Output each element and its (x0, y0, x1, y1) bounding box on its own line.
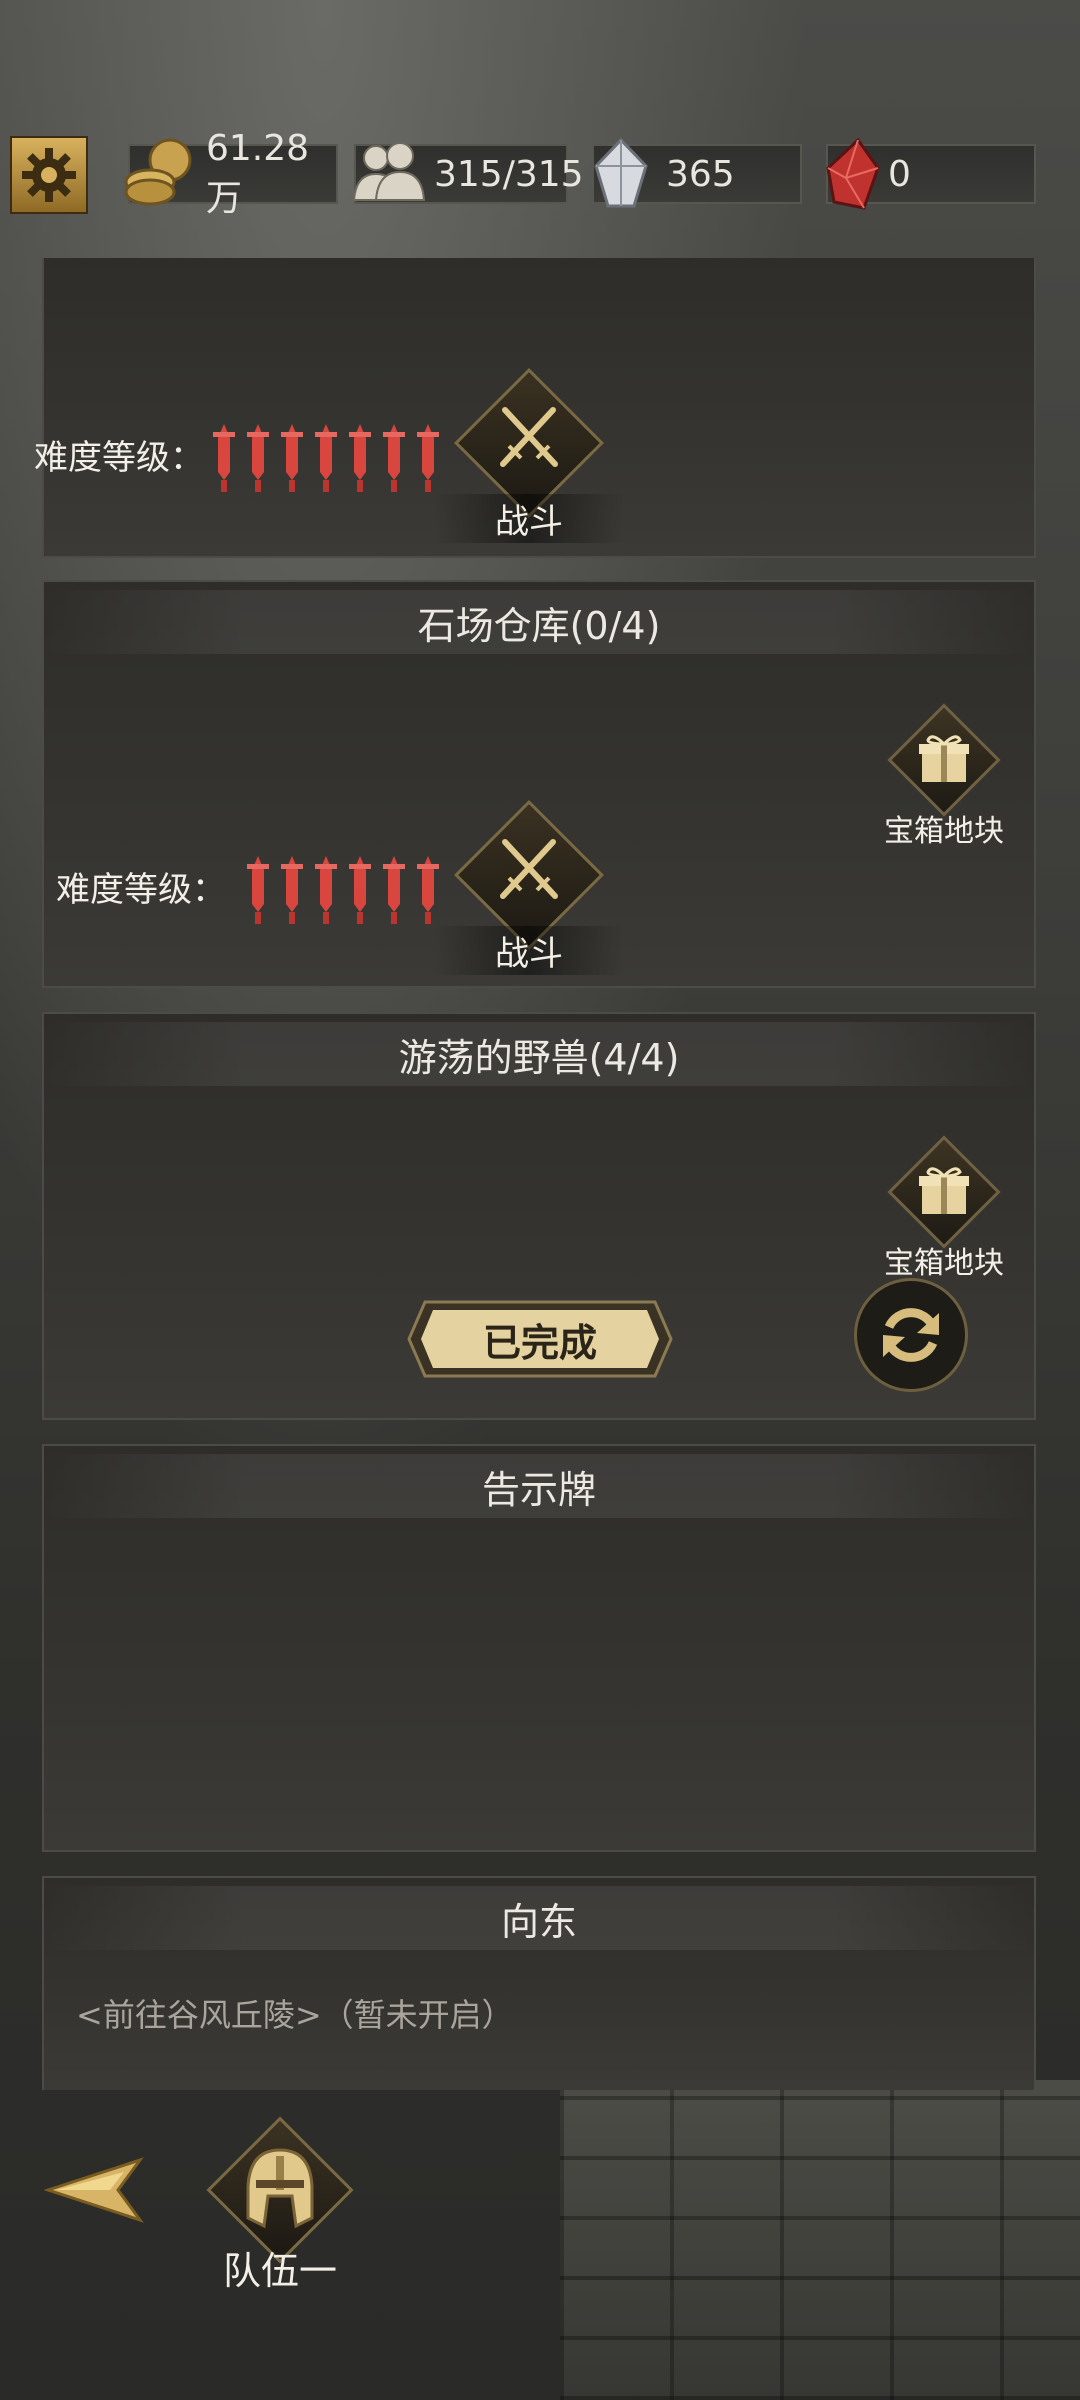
crystal-icon (594, 138, 648, 208)
dagger-icon (383, 856, 405, 924)
team-label: 队伍一 (222, 2249, 337, 2293)
refresh-button[interactable] (854, 1278, 968, 1392)
dagger-icon (383, 424, 405, 492)
panel-title: 游荡的野兽(4/4) (44, 1022, 1034, 1086)
dagger-icon (349, 424, 371, 492)
crystal-value: 365 (666, 153, 735, 195)
gift-box-icon (919, 735, 969, 782)
chest-tile-label: 宝箱地块 (884, 814, 1004, 849)
back-arrow-icon (43, 2157, 144, 2223)
helmet-icon (246, 2148, 314, 2229)
gear-icon (22, 148, 76, 202)
chest-tile-label: 宝箱地块 (884, 1246, 1004, 1281)
crystal-resource[interactable]: 365 (592, 138, 802, 208)
dagger-icon (315, 856, 337, 924)
chest-tile-button[interactable]: 宝箱地块 (884, 1132, 1004, 1281)
back-button[interactable] (43, 2150, 144, 2230)
population-resource[interactable]: 315/315 (352, 142, 584, 204)
dagger-icon (417, 856, 439, 924)
dagger-icon (247, 856, 269, 924)
battle-panel-1: 难度等级： 战斗 (34, 258, 1036, 558)
chest-tile-button[interactable]: 宝箱地块 (884, 700, 1004, 849)
crossed-swords-icon (500, 839, 558, 899)
team-one-button[interactable]: 队伍一 (200, 2110, 360, 2293)
dagger-icon (281, 856, 303, 924)
difficulty-daggers (246, 854, 440, 926)
dagger-icon (281, 424, 303, 492)
settings-button[interactable] (10, 136, 88, 214)
dagger-icon (349, 856, 371, 924)
dagger-icon (315, 424, 337, 492)
completed-button[interactable]: 已完成 (405, 1298, 675, 1380)
ruby-value: 0 (888, 153, 911, 195)
gift-box-icon (919, 1167, 969, 1214)
quarry-warehouse-panel: 石场仓库(0/4) 宝箱地块 难度等级： 战斗 (42, 580, 1036, 988)
ruby-resource[interactable]: 0 (826, 138, 1036, 210)
population-value: 315/315 (434, 153, 584, 195)
panel-title: 向东 (44, 1886, 1034, 1950)
completed-label: 已完成 (482, 1320, 597, 1365)
battle-label: 战斗 (434, 494, 624, 543)
gold-value: 61.28万 (206, 127, 310, 219)
east-panel: 向东 <前往谷风丘陵>（暂未开启） (42, 1876, 1036, 2090)
panel-title: 告示牌 (44, 1454, 1034, 1518)
difficulty-label: 难度等级： (56, 870, 226, 910)
gold-resource[interactable]: 61.28万 (124, 127, 338, 219)
notice-board-panel: 告示牌 (42, 1444, 1036, 1852)
difficulty-label: 难度等级： (34, 438, 204, 478)
battle-button[interactable]: 战斗 (434, 800, 624, 975)
coin-stack-icon (124, 138, 192, 206)
dagger-icon (247, 424, 269, 492)
crossed-swords-icon (500, 407, 558, 467)
panel-title: 石场仓库(0/4) (44, 590, 1034, 654)
battle-label: 战斗 (434, 926, 624, 975)
dagger-icon (417, 424, 439, 492)
refresh-icon (883, 1308, 939, 1362)
east-destination-text[interactable]: <前往谷风丘陵>（暂未开启） (76, 1990, 514, 2036)
background-stone-floor (560, 2080, 1080, 2400)
difficulty-daggers (212, 422, 440, 494)
ruby-icon (826, 138, 880, 210)
people-icon (352, 142, 426, 201)
dagger-icon (213, 424, 235, 492)
battle-button[interactable]: 战斗 (434, 368, 624, 543)
